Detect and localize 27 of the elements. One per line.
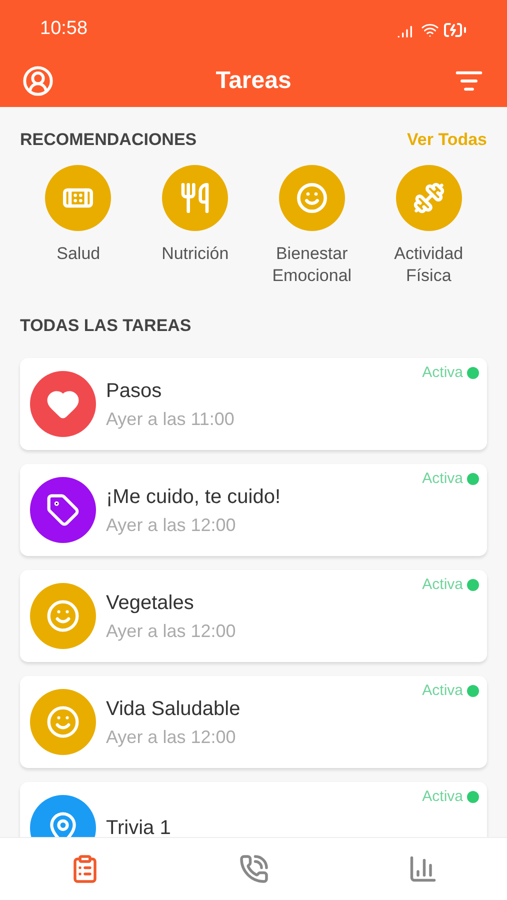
task-time: Ayer a las 12:00 bbox=[106, 620, 236, 643]
header-title: Tareas bbox=[216, 66, 292, 96]
task-time: Ayer a las 11:00 bbox=[106, 408, 234, 431]
category-button[interactable]: Salud bbox=[20, 164, 137, 286]
task-card[interactable]: ¡Me cuido, te cuido! Ayer a las 12:00 Activa bbox=[20, 464, 487, 556]
task-title: ¡Me cuido, te cuido! bbox=[106, 484, 281, 510]
task-title: Vegetales bbox=[106, 590, 195, 616]
section-title: RECOMENDACIONES bbox=[20, 129, 197, 151]
status-label: Activa bbox=[422, 787, 463, 807]
status-label: Activa bbox=[422, 363, 463, 383]
task-title: Pasos bbox=[106, 378, 163, 404]
task-time: Ayer a las 12:00 bbox=[106, 514, 237, 537]
category-button[interactable]: Bienestar Emocional bbox=[254, 164, 370, 286]
status-label: Activa bbox=[422, 469, 463, 489]
task-card[interactable]: Trivia 1 Activa bbox=[20, 782, 487, 837]
status-label: Activa bbox=[422, 681, 463, 701]
section-title: TODAS LAS TAREAS bbox=[20, 314, 192, 336]
category-button[interactable]: Actividad Física bbox=[370, 164, 487, 286]
task-card[interactable]: Vegetales Ayer a las 12:00 Activa bbox=[20, 570, 487, 662]
task-card[interactable]: Pasos Ayer a las 11:00 Activa bbox=[20, 358, 487, 450]
task-time: Ayer a las 12:00 bbox=[106, 726, 237, 749]
status-time: 10:58 bbox=[40, 17, 88, 42]
task-title: Trivia 1 bbox=[106, 816, 171, 837]
status-label: Activa bbox=[422, 575, 463, 595]
task-card[interactable]: Vida Saludable Ayer a las 12:00 Activa bbox=[20, 676, 487, 768]
task-title: Vida Saludable bbox=[106, 696, 240, 722]
category-button[interactable]: Nutrición bbox=[136, 164, 254, 286]
